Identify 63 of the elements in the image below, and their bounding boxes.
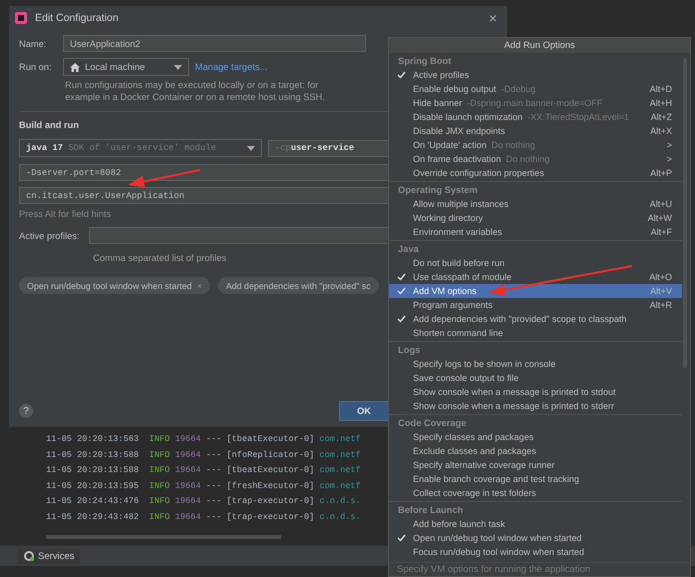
log-line: 11-05 20:20:13:595 INFO 19664 --- [freshExecutor-0] com.netf: [46, 480, 361, 492]
menu-item[interactable]: Focus run/debug tool window when started: [389, 545, 682, 559]
services-icon: [24, 551, 34, 561]
log-line: 11-05 20:20:13:563 INFO 19664 --- [tbeatExecutor-0] com.netf: [46, 433, 361, 446]
section-title: Code Coverage: [397, 417, 468, 430]
help-button[interactable]: ?: [19, 404, 33, 418]
menu-item[interactable]: Show console when a message is printed to stderr: [389, 399, 682, 413]
section-heading: Build and run: [19, 120, 79, 130]
menu-item[interactable]: Use classpath of module Alt+O: [389, 270, 682, 284]
section-title: Operating System: [397, 184, 479, 197]
log-line: 11-05 20:20:13:588 INFO 19664 --- [nfoReplicator-0] com.netf: [46, 448, 361, 462]
menu-item[interactable]: Active profiles: [389, 68, 682, 82]
menu-item[interactable]: Do not build before run: [389, 256, 682, 270]
app-icon: [15, 12, 27, 24]
menu-item[interactable]: Specify alternative coverage runner: [389, 458, 682, 472]
log-line: 11-05 20:24:43:476 INFO 19664 --- [trap-executor-0] c.n.d.s.: [46, 495, 361, 508]
field-label: Active profiles:: [19, 230, 80, 240]
popup-title: Add Run Options: [389, 38, 690, 53]
menu-item[interactable]: Add dependencies with "provided" scope to classpath: [389, 312, 682, 326]
jre-dropdown[interactable]: java 17 SDK of 'user-service' module: [19, 139, 262, 157]
menu-item[interactable]: Add VM options Alt+V: [389, 284, 682, 298]
menu-item[interactable]: Disable JMX endpoints Alt+X: [389, 124, 682, 138]
menu-item[interactable]: Specify logs to be shown in console: [389, 357, 682, 371]
close-button[interactable]: ×: [488, 10, 497, 26]
services-tab[interactable]: Services: [18, 548, 80, 564]
option-chip[interactable]: Open run/debug tool window when started ×: [19, 277, 210, 294]
ok-button[interactable]: OK: [339, 401, 389, 421]
caret-icon: [174, 64, 182, 70]
target-dropdown[interactable]: Local machine: [63, 58, 189, 76]
menu-item[interactable]: Working directory Alt+W: [389, 211, 682, 225]
manage-targets-link[interactable]: Manage targets...: [195, 62, 268, 72]
log-line: 11-05 20:29:43:482 INFO 19664 --- [trap-executor-0] c.n.d.s.: [46, 510, 361, 524]
description-text: Run configurations may be executed locally or on a target: for example in a Docker Container or on a remote host using SSH.: [65, 79, 326, 103]
option-chip[interactable]: Add dependencies with "provided" sc: [218, 277, 379, 294]
field-label: Run on:: [19, 62, 53, 72]
caret-icon: [247, 146, 255, 150]
hint-text: Press Alt for field hints: [19, 209, 111, 219]
menu-item[interactable]: Specify classes and packages: [389, 430, 682, 444]
section-title: Logs: [397, 344, 422, 357]
menu-item[interactable]: Hide banner -Dspring.main.banner-mode=OFF Alt+H: [389, 96, 682, 110]
status-text: Specify VM options for running the application: [389, 562, 690, 576]
log-line: 11-05 20:20:13:588 INFO 19664 --- [tbeatExecutor-0] com.netf: [46, 464, 361, 477]
name-field[interactable]: UserApplication2: [63, 35, 366, 52]
menu-item[interactable]: Shorten command line: [389, 326, 682, 340]
menu-item[interactable]: Environment variables Alt+F: [389, 225, 682, 239]
menu-item[interactable]: Add before launch task: [389, 517, 682, 531]
helper-text: Comma separated list of profiles: [93, 253, 226, 263]
menu-item[interactable]: Save console output to file: [389, 371, 682, 385]
menu-item[interactable]: Exclude classes and packages: [389, 444, 682, 458]
home-icon: [70, 62, 80, 72]
active-profiles-field[interactable]: [89, 227, 390, 244]
menu-item[interactable]: Enable branch coverage and test tracking: [389, 472, 682, 486]
window-title: Edit Configuration: [35, 12, 118, 24]
menu-item[interactable]: Open run/debug tool window when started: [389, 531, 682, 545]
field-label: Name:: [19, 38, 48, 48]
menu-item[interactable]: Collect coverage in test folders: [389, 486, 682, 500]
menu-item[interactable]: Program arguments Alt+R: [389, 298, 682, 312]
menu-item[interactable]: Show console when a message is printed to stdout: [389, 385, 682, 399]
menu-item[interactable]: Enable debug output -Ddebug Alt+D: [389, 82, 682, 96]
section-title: Before Launch: [397, 504, 464, 517]
section-title: Spring Boot: [397, 55, 452, 68]
section-title: Java: [397, 243, 420, 256]
menu-item[interactable]: Disable launch optimization -XX:TieredStopAtLevel=1 Alt+Z: [389, 110, 682, 124]
